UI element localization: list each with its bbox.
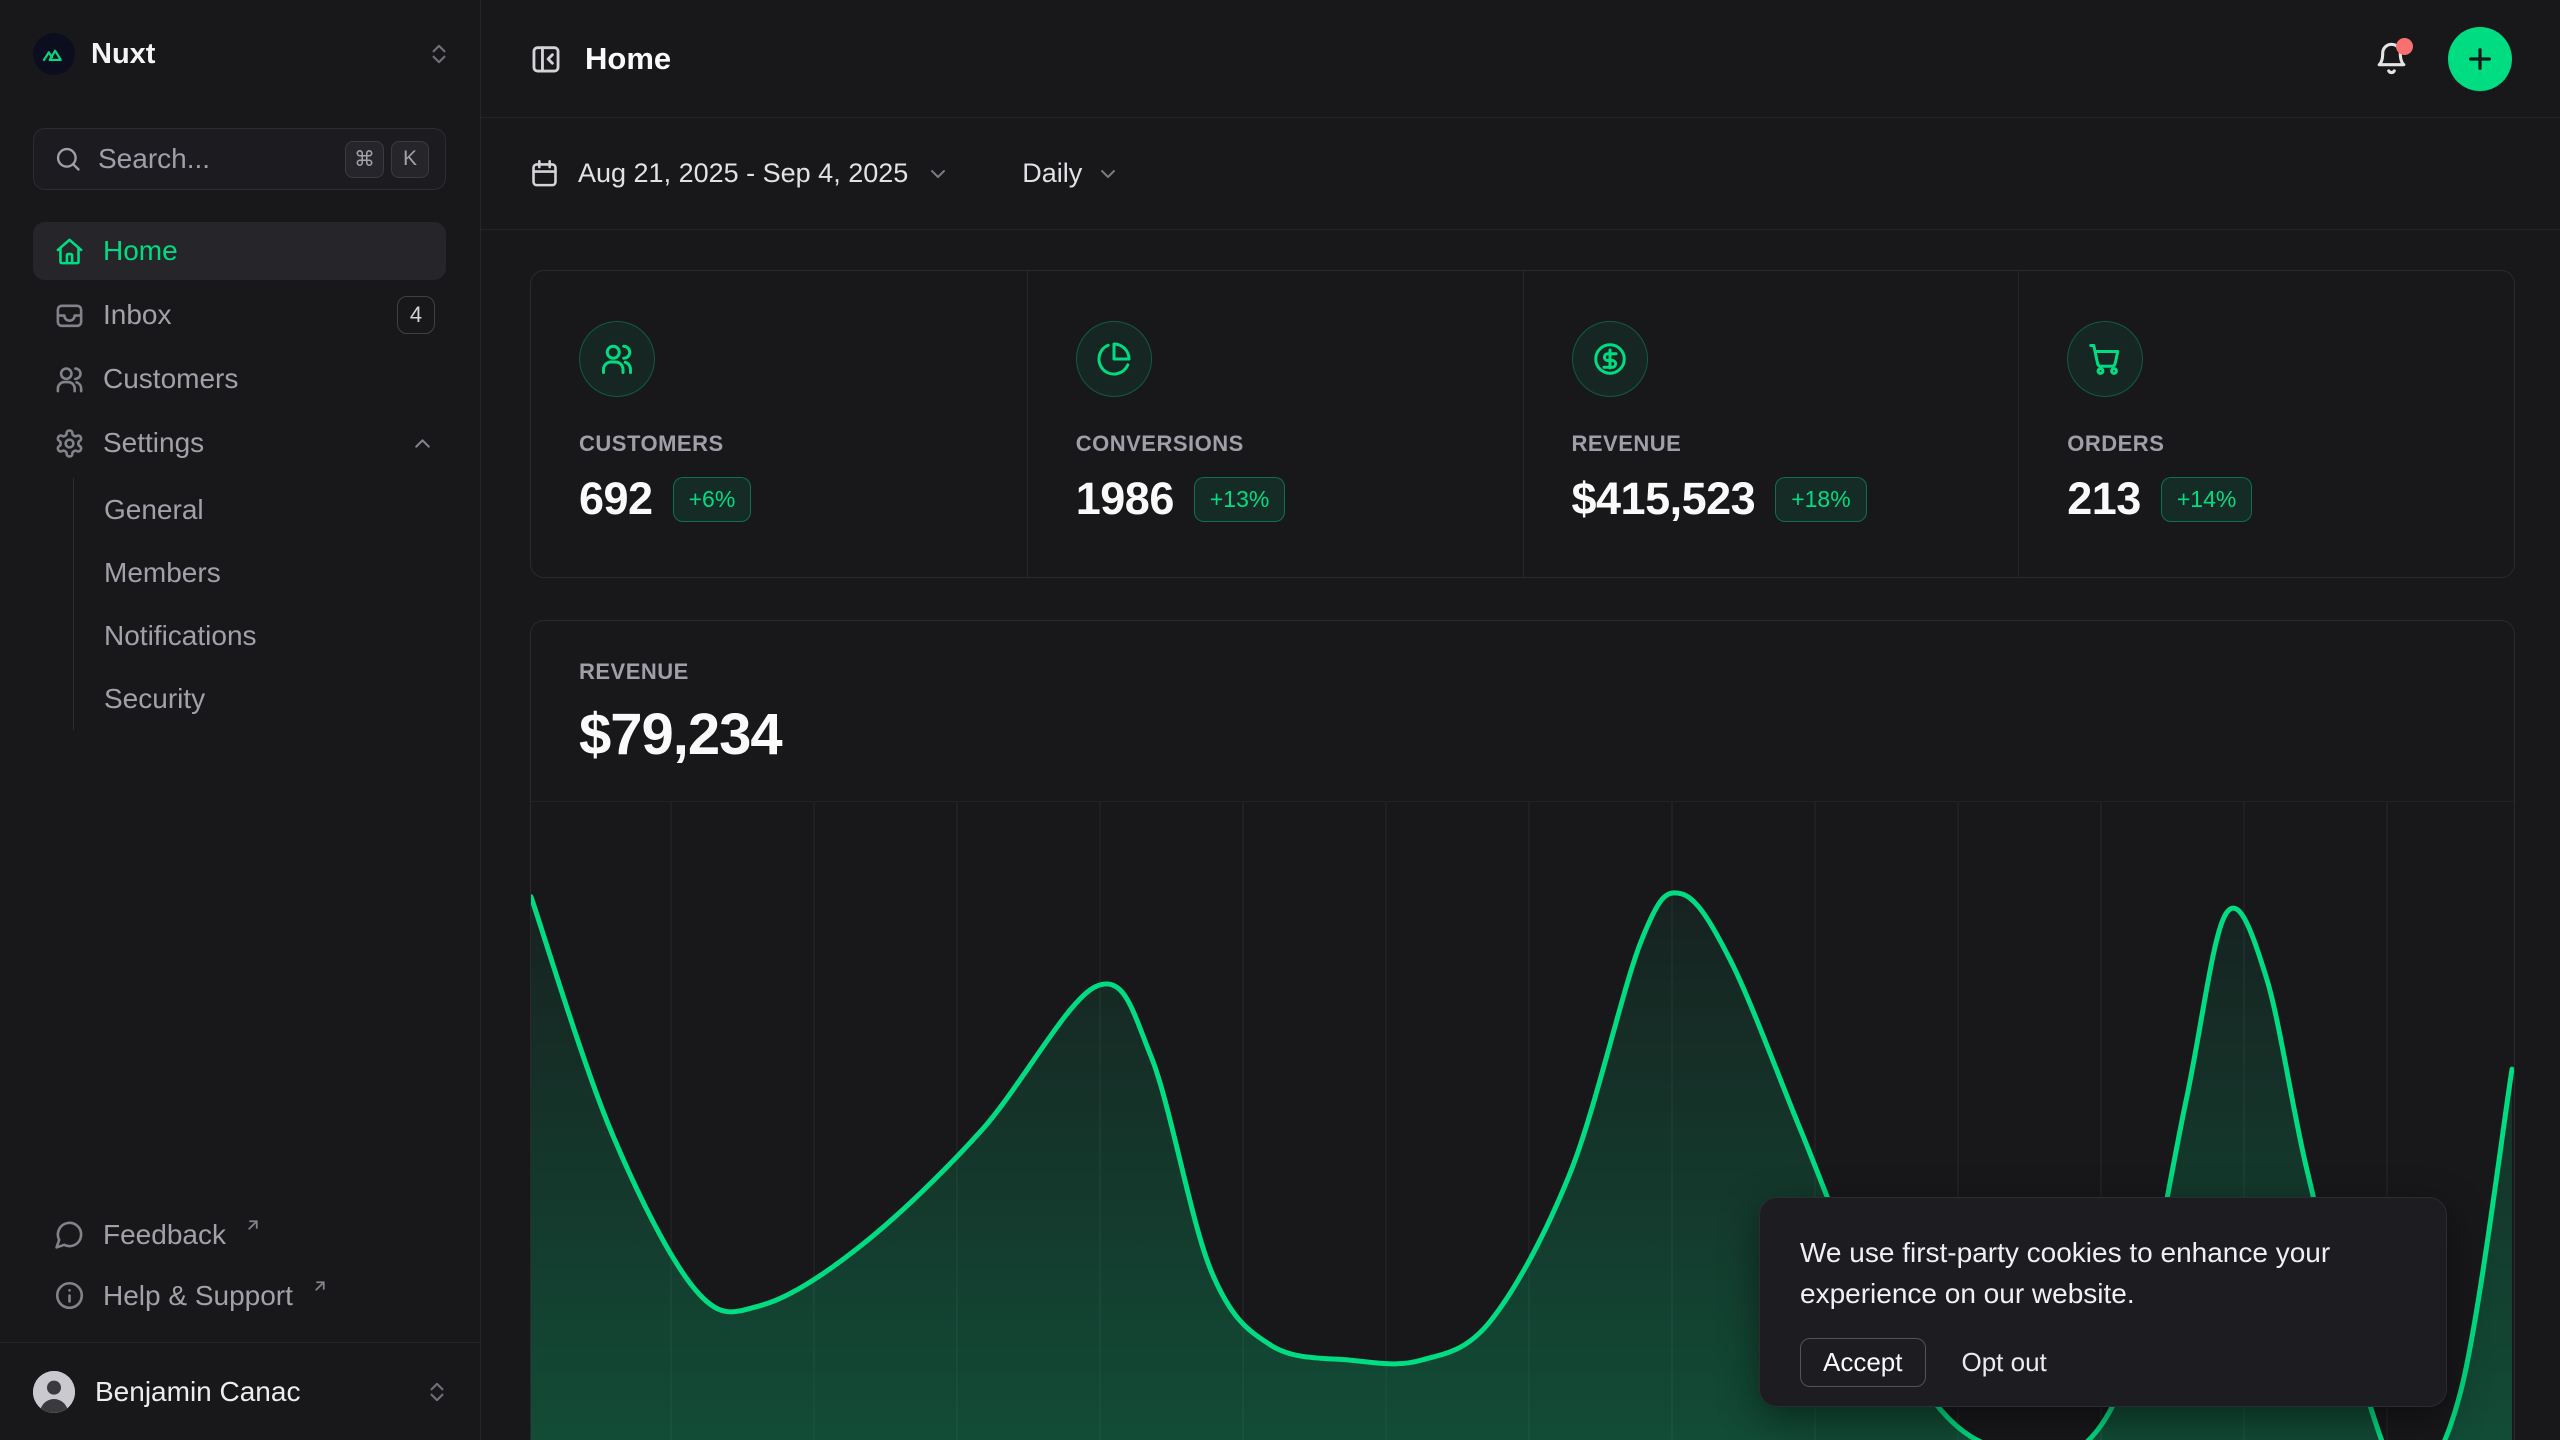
chevrons-up-down-icon [424, 1379, 450, 1405]
notification-dot [2396, 38, 2413, 55]
stat-revenue[interactable]: REVENUE $415,523 +18% [1523, 271, 2019, 577]
chevron-down-icon [1096, 162, 1120, 186]
stat-label: CONVERSIONS [1076, 431, 1523, 457]
cookie-actions: Accept Opt out [1800, 1338, 2406, 1387]
sidebar-item-label: Settings [103, 427, 392, 459]
calendar-icon [529, 158, 560, 189]
date-range-picker[interactable]: Aug 21, 2025 - Sep 4, 2025 [529, 158, 950, 189]
stat-customers[interactable]: CUSTOMERS 692 +6% [531, 271, 1027, 577]
revenue-chart-value: $79,234 [579, 701, 2466, 768]
avatar [33, 1371, 75, 1413]
page-title: Home [585, 41, 671, 77]
circle-dollar-icon [1572, 321, 1648, 397]
date-range-value: Aug 21, 2025 - Sep 4, 2025 [578, 158, 908, 189]
sidebar-item-inbox[interactable]: Inbox 4 [33, 286, 446, 344]
granularity-value: Daily [1022, 158, 1082, 189]
top-header: Home [481, 0, 2560, 118]
shopping-cart-icon [2067, 321, 2143, 397]
revenue-chart-label: REVENUE [579, 659, 2466, 685]
stat-delta-badge: +14% [2161, 477, 2252, 522]
sidebar-collapse-icon[interactable] [529, 42, 563, 76]
home-icon [54, 236, 85, 267]
chevron-down-icon [926, 162, 950, 186]
sidebar-item-label: Inbox [103, 299, 379, 331]
info-circle-icon [54, 1280, 85, 1311]
revenue-chart-header: REVENUE $79,234 [531, 621, 2514, 768]
notifications-bell-icon[interactable] [2373, 40, 2410, 77]
help-support-link[interactable]: Help & Support [33, 1265, 446, 1326]
sidebar-item-customers[interactable]: Customers [33, 350, 446, 408]
stat-label: CUSTOMERS [579, 431, 1027, 457]
search-placeholder: Search... [98, 143, 329, 175]
nuxt-logo-icon [33, 33, 75, 75]
feedback-label: Feedback [103, 1219, 226, 1251]
sidebar-footer-links: Feedback Help & Support [33, 1204, 446, 1326]
sidebar-spacer [0, 730, 480, 1204]
sidebar-item-label: Customers [103, 363, 435, 395]
inbox-count-badge: 4 [397, 296, 435, 334]
arrow-up-right-icon [244, 1216, 262, 1234]
sidebar-item-home[interactable]: Home [33, 222, 446, 280]
search-input[interactable]: Search... ⌘ K [33, 128, 446, 190]
sidebar-nav: Home Inbox 4 Customers Settings [33, 222, 446, 730]
stat-conversions[interactable]: CONVERSIONS 1986 +13% [1027, 271, 1523, 577]
plus-icon [2464, 43, 2496, 75]
settings-submenu: General Members Notifications Security [73, 478, 446, 730]
stat-delta-badge: +6% [673, 477, 752, 522]
user-name: Benjamin Canac [95, 1376, 424, 1408]
sidebar-item-members[interactable]: Members [104, 541, 446, 604]
sidebar-item-notifications[interactable]: Notifications [104, 604, 446, 667]
stat-value: 1986 [1076, 473, 1174, 525]
stat-delta-badge: +13% [1194, 477, 1285, 522]
users-icon [54, 364, 85, 395]
search-kbd-hints: ⌘ K [345, 141, 429, 178]
message-bubble-icon [54, 1219, 85, 1250]
stat-value: $415,523 [1572, 473, 1756, 525]
stat-value: 692 [579, 473, 653, 525]
sidebar-item-settings[interactable]: Settings [33, 414, 446, 472]
cookie-consent-toast: We use first-party cookies to enhance yo… [1759, 1197, 2447, 1407]
user-menu[interactable]: Benjamin Canac [0, 1342, 480, 1440]
sidebar-item-security[interactable]: Security [104, 667, 446, 730]
chevrons-up-down-icon [426, 41, 452, 67]
sidebar-item-general[interactable]: General [104, 478, 446, 541]
kbd-cmd: ⌘ [345, 141, 384, 178]
users-icon [579, 321, 655, 397]
stat-value: 213 [2067, 473, 2141, 525]
app-window: Nuxt Search... ⌘ K Home [0, 0, 2560, 1440]
add-button[interactable] [2448, 27, 2512, 91]
stat-delta-badge: +18% [1775, 477, 1866, 522]
feedback-link[interactable]: Feedback [33, 1204, 446, 1265]
stat-orders[interactable]: ORDERS 213 +14% [2018, 271, 2514, 577]
sidebar: Nuxt Search... ⌘ K Home [0, 0, 481, 1440]
search-icon [54, 145, 82, 173]
accept-button[interactable]: Accept [1800, 1338, 1926, 1387]
chevron-up-icon [410, 431, 435, 456]
filters-toolbar: Aug 21, 2025 - Sep 4, 2025 Daily [481, 118, 2560, 230]
arrow-up-right-icon [311, 1277, 329, 1295]
stats-card: CUSTOMERS 692 +6% CONVERSIONS 1986 +13% [530, 270, 2515, 578]
stat-label: ORDERS [2067, 431, 2514, 457]
inbox-icon [54, 300, 85, 331]
cookie-message: We use first-party cookies to enhance yo… [1800, 1232, 2406, 1314]
pie-chart-icon [1076, 321, 1152, 397]
gear-icon [54, 428, 85, 459]
team-name: Nuxt [91, 38, 410, 71]
kbd-k: K [391, 141, 429, 178]
granularity-select[interactable]: Daily [1022, 158, 1120, 189]
sidebar-item-label: Home [103, 235, 435, 267]
team-switcher[interactable]: Nuxt [33, 22, 452, 86]
stat-label: REVENUE [1572, 431, 2019, 457]
opt-out-button[interactable]: Opt out [1962, 1347, 2047, 1378]
help-support-label: Help & Support [103, 1280, 293, 1312]
